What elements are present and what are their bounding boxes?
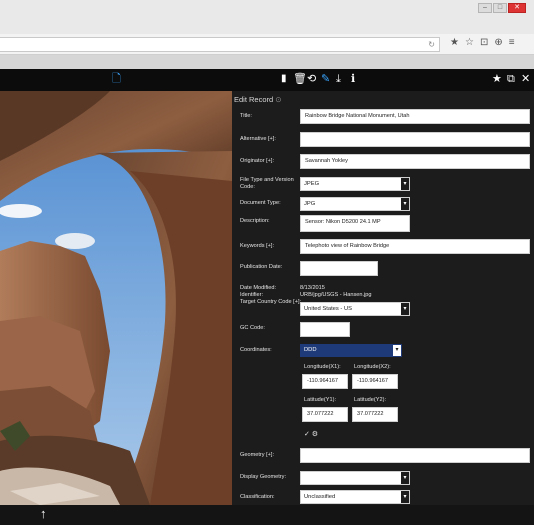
address-bar[interactable]: ↻ xyxy=(0,37,440,52)
alternative-label: Alternative [+]: xyxy=(240,136,276,142)
gc-code-input[interactable] xyxy=(300,322,350,337)
reload-icon[interactable]: ↻ xyxy=(428,40,435,49)
upload-icon[interactable]: ↑ xyxy=(40,506,47,521)
document-type-value: JPG xyxy=(304,201,316,207)
document-type-select[interactable]: JPG ▾ xyxy=(300,197,410,211)
minimize-button[interactable]: – xyxy=(478,3,492,13)
star-icon[interactable]: ★ xyxy=(450,37,459,48)
download-icon[interactable]: ⤓ xyxy=(336,72,341,86)
coordinates-label: Coordinates: xyxy=(240,347,272,353)
save-icon[interactable]: ⊡ xyxy=(480,37,488,48)
info-icon[interactable]: ℹ xyxy=(351,72,355,86)
display-geometry-label: Display Geometry: xyxy=(240,474,287,480)
external-link-icon[interactable]: ⧉ xyxy=(507,72,515,86)
identifier-value: URB/jpg/USGS - Hansen.jpg xyxy=(300,292,372,298)
file-type-label: File Type and Version Code: xyxy=(240,177,294,190)
panel-title: Edit Record ⊙ xyxy=(234,95,282,104)
longitude-x1-label: Longitude(X1): xyxy=(304,364,341,370)
display-geometry-select[interactable]: ▾ xyxy=(300,471,410,485)
file-type-select[interactable]: JPEG ▾ xyxy=(300,177,410,191)
chevron-down-icon: ▾ xyxy=(401,472,409,484)
phone-icon[interactable]: ▮ xyxy=(281,72,287,86)
favorite-icon[interactable]: ★ xyxy=(492,72,502,86)
date-modified-label: Date Modified: xyxy=(240,285,277,291)
help-icon[interactable]: ⊙ xyxy=(275,95,281,104)
close-window-button[interactable]: ✕ xyxy=(508,3,526,13)
panel-title-text: Edit Record xyxy=(234,95,274,104)
description-label: Description: xyxy=(240,218,270,224)
chevron-down-icon: ▾ xyxy=(401,491,409,503)
rainbow-bridge-photo xyxy=(0,91,232,505)
bookmark-icon[interactable]: ☆ xyxy=(465,37,474,48)
page-margin xyxy=(0,55,534,69)
identifier-label: Identifier: xyxy=(240,292,264,298)
latitude-y2-input[interactable]: 37.077222 xyxy=(352,407,398,422)
browser-toolbar: ↻ ★ ☆ ⊡ ⊕ ≡ xyxy=(0,34,534,55)
document-icon[interactable]: 🗋 xyxy=(112,72,121,86)
geometry-label: Geometry [+]: xyxy=(240,452,275,458)
classification-label: Classification: xyxy=(240,494,275,500)
originator-input[interactable]: Savannah Yokley xyxy=(300,154,530,169)
longitude-x2-label: Longitude(X2): xyxy=(354,364,391,370)
trash-icon[interactable]: 🗑 xyxy=(293,72,307,86)
close-icon[interactable]: ✕ xyxy=(521,72,530,86)
title-input[interactable]: Rainbow Bridge National Monument, Utah xyxy=(300,109,530,124)
coordinate-tools-icon[interactable]: ✓ ⚙ xyxy=(304,430,318,438)
chevron-down-icon: ▾ xyxy=(401,198,409,210)
longitude-x2-input[interactable]: -110.964167 xyxy=(352,374,398,389)
app-toolbar: 🗋 ▮ 🗑 ⟲ ✎ ⤓ ℹ ★ ⧉ ✕ xyxy=(0,69,534,91)
document-type-label: Document Type: xyxy=(240,200,281,206)
description-textarea[interactable]: Sensor: Nikon D5200 24.1 MP xyxy=(300,215,410,232)
window-controls: – □ ✕ xyxy=(478,3,526,13)
edit-icon[interactable]: ✎ xyxy=(321,72,330,86)
alternative-input[interactable] xyxy=(300,132,530,147)
account-icon[interactable]: ⊕ xyxy=(494,37,502,48)
record-image xyxy=(0,91,232,505)
window-titlebar: – □ ✕ xyxy=(0,0,534,34)
edit-record-panel: Edit Record ⊙ Title: Rainbow Bridge Nati… xyxy=(232,91,534,505)
date-modified-value: 8/13/2015 xyxy=(300,285,325,291)
keywords-input[interactable]: Telephoto view of Rainbow Bridge xyxy=(300,239,530,254)
file-type-value: JPEG xyxy=(304,181,320,187)
browser-icons: ★ ☆ ⊡ ⊕ ≡ xyxy=(450,37,515,48)
latitude-y1-label: Latitude(Y1): xyxy=(304,397,337,403)
coordinates-select[interactable]: DDD ▾ xyxy=(300,344,402,357)
bottom-bar: ↑ xyxy=(0,505,534,525)
title-label: Title: xyxy=(240,113,252,119)
target-country-value: United States - US xyxy=(304,306,353,312)
chevron-down-icon: ▾ xyxy=(401,303,409,315)
classification-value: Unclassified xyxy=(304,494,336,500)
chevron-down-icon: ▾ xyxy=(393,345,401,356)
geometry-input[interactable] xyxy=(300,448,530,463)
gc-code-label: GC Code: xyxy=(240,325,265,331)
latitude-y1-input[interactable]: 37.077222 xyxy=(302,407,348,422)
undo-icon[interactable]: ⟲ xyxy=(307,72,316,86)
publication-date-input[interactable] xyxy=(300,261,378,276)
classification-select[interactable]: Unclassified ▾ xyxy=(300,490,410,504)
maximize-button[interactable]: □ xyxy=(493,3,507,13)
coordinates-value: DDD xyxy=(304,347,317,353)
originator-label: Originator [+]: xyxy=(240,158,275,164)
latitude-y2-label: Latitude(Y2): xyxy=(354,397,387,403)
publication-date-label: Publication Date: xyxy=(240,264,283,270)
chevron-down-icon: ▾ xyxy=(401,178,409,190)
menu-icon[interactable]: ≡ xyxy=(509,37,515,48)
keywords-label: Keywords [+]: xyxy=(240,243,275,249)
target-country-label: Target Country Code [+]: xyxy=(240,299,302,305)
longitude-x1-input[interactable]: -110.964167 xyxy=(302,374,348,389)
target-country-select[interactable]: United States - US ▾ xyxy=(300,302,410,316)
